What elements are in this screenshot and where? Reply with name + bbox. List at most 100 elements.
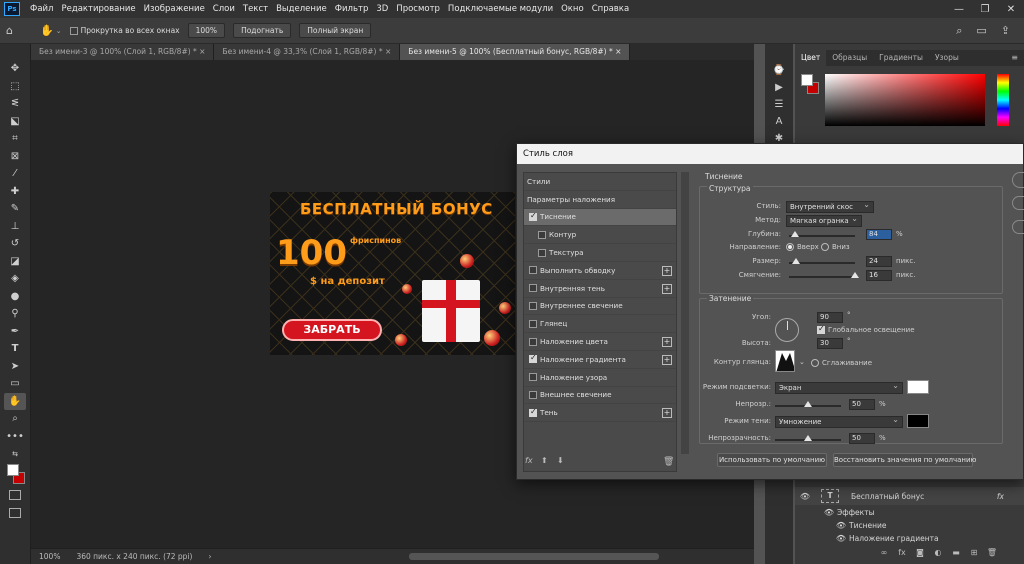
chevron-down-icon[interactable]: ⌄ bbox=[799, 358, 805, 366]
blur-tool-icon[interactable]: ● bbox=[4, 288, 26, 306]
style-list-item[interactable]: Параметры наложения bbox=[524, 191, 676, 209]
delete-effect-icon[interactable]: 🗑 bbox=[663, 457, 674, 467]
share-icon[interactable]: ⇪ bbox=[1001, 24, 1010, 38]
direction-up-radio[interactable] bbox=[786, 243, 794, 251]
layer-effect-row[interactable]: 👁 Тиснение bbox=[795, 519, 1024, 532]
dodge-tool-icon[interactable]: ⚲ bbox=[4, 305, 26, 323]
style-checkbox[interactable] bbox=[529, 337, 537, 346]
layer-name[interactable]: Бесплатный бонус bbox=[851, 492, 924, 501]
mask-icon[interactable]: ◙ bbox=[911, 548, 929, 557]
history-panel-icon[interactable]: ⌚ bbox=[770, 62, 788, 78]
new-style-button-edge[interactable] bbox=[1012, 220, 1024, 234]
style-list-item[interactable]: Тиснение bbox=[524, 208, 676, 227]
adjustment-icon[interactable]: ◐ bbox=[929, 548, 947, 557]
make-default-button[interactable]: Использовать по умолчанию bbox=[717, 453, 827, 467]
menu-layer[interactable]: Слои bbox=[209, 0, 239, 18]
character-panel-icon[interactable]: A bbox=[770, 113, 788, 129]
style-checkbox[interactable] bbox=[538, 248, 546, 257]
scroll-all-windows-checkbox[interactable]: Прокрутка во всех окнах bbox=[69, 26, 180, 35]
layer-effects-row[interactable]: 👁 Эффекты bbox=[795, 506, 1024, 519]
menu-window[interactable]: Окно bbox=[557, 0, 588, 18]
menu-edit[interactable]: Редактирование bbox=[57, 0, 139, 18]
brush-tool-icon[interactable]: ✎ bbox=[4, 200, 26, 218]
style-list-item[interactable]: Выполнить обводку + bbox=[524, 262, 676, 280]
depth-input[interactable]: 84 bbox=[866, 229, 892, 240]
highlight-opacity-input[interactable]: 50 bbox=[849, 399, 875, 410]
pen-tool-icon[interactable]: ✒ bbox=[4, 323, 26, 341]
layer-fx-badge[interactable]: fx bbox=[997, 492, 1024, 501]
foreground-color-swatch[interactable] bbox=[7, 464, 19, 476]
styles-list-scrollbar[interactable] bbox=[681, 172, 689, 454]
style-checkbox[interactable] bbox=[529, 211, 537, 221]
style-checkbox[interactable] bbox=[529, 301, 537, 310]
close-icon[interactable]: ✕ bbox=[998, 4, 1024, 15]
tab-document-4[interactable]: Без имени-4 @ 33,3% (Слой 1, RGB/8#) * × bbox=[214, 44, 401, 60]
anti-aliased-checkbox[interactable] bbox=[811, 359, 819, 367]
shadow-color-swatch[interactable] bbox=[907, 414, 929, 428]
swap-colors-icon[interactable]: ⇆ bbox=[4, 445, 26, 463]
style-list-item[interactable]: Наложение узора bbox=[524, 369, 676, 387]
layer-row-text[interactable]: 👁 T Бесплатный бонус fx bbox=[795, 487, 1024, 505]
menu-view[interactable]: Просмотр bbox=[392, 0, 444, 18]
horizontal-scrollbar[interactable] bbox=[409, 553, 660, 560]
type-tool-icon[interactable]: T bbox=[4, 340, 26, 358]
quick-mask-icon[interactable] bbox=[9, 490, 21, 500]
add-effect-plus-icon[interactable]: + bbox=[662, 408, 672, 419]
search-icon[interactable]: ⌕ bbox=[956, 24, 962, 38]
quick-select-tool-icon[interactable]: ⬕ bbox=[4, 113, 26, 131]
tab-document-5[interactable]: Без имени-5 @ 100% (Бесплатный бонус, RG… bbox=[400, 44, 631, 60]
trash-icon[interactable]: 🗑 bbox=[983, 548, 1001, 557]
maximize-icon[interactable]: ❐ bbox=[972, 4, 998, 15]
tab-color[interactable]: Цвет bbox=[795, 50, 827, 66]
menu-3d[interactable]: 3D bbox=[372, 0, 392, 18]
home-icon[interactable]: ⌂ bbox=[6, 24, 26, 37]
slider-knob[interactable] bbox=[790, 231, 799, 237]
frame-tool-icon[interactable]: ⊠ bbox=[4, 148, 26, 166]
style-checkbox[interactable] bbox=[529, 390, 537, 399]
slider-knob[interactable] bbox=[851, 272, 859, 278]
color-panel-foreground-swatch[interactable] bbox=[801, 74, 813, 86]
eyedropper-tool-icon[interactable]: ⁄ bbox=[4, 165, 26, 183]
slider-knob[interactable] bbox=[791, 258, 800, 264]
style-list-item[interactable]: Текстура bbox=[524, 244, 676, 262]
gloss-contour-preview[interactable] bbox=[775, 350, 795, 372]
soften-slider[interactable] bbox=[789, 272, 859, 278]
path-select-tool-icon[interactable]: ➤ bbox=[4, 358, 26, 376]
panel-menu-icon[interactable]: ≡ bbox=[1011, 50, 1024, 66]
size-slider[interactable] bbox=[789, 258, 855, 264]
style-checkbox[interactable] bbox=[529, 319, 537, 328]
hand-tool-icon[interactable]: ✋ bbox=[40, 24, 54, 37]
rectangle-tool-icon[interactable]: ▭ bbox=[4, 375, 26, 393]
hand-tool-icon[interactable]: ✋ bbox=[4, 392, 26, 410]
highlight-opacity-slider[interactable] bbox=[775, 401, 841, 407]
style-checkbox[interactable] bbox=[529, 353, 537, 364]
move-tool-icon[interactable]: ✥ bbox=[4, 60, 26, 78]
altitude-input[interactable]: 30 bbox=[817, 338, 843, 349]
document-canvas[interactable]: БЕСПЛАТНЫЙ БОНУС 100 фриспинов $ на депо… bbox=[270, 192, 515, 355]
depth-slider[interactable] bbox=[789, 231, 855, 237]
add-effect-plus-icon[interactable]: + bbox=[662, 337, 672, 348]
add-effect-plus-icon[interactable]: + bbox=[662, 354, 672, 365]
visibility-eye-icon[interactable]: 👁 bbox=[799, 492, 811, 501]
menu-type[interactable]: Текст bbox=[239, 0, 272, 18]
workspace-icon[interactable]: ▭ bbox=[976, 24, 986, 38]
zoom-tool-icon[interactable]: ⌕ bbox=[4, 410, 26, 428]
add-effect-plus-icon[interactable]: + bbox=[662, 265, 672, 276]
style-list-item[interactable]: Внутреннее свечение bbox=[524, 298, 676, 316]
status-zoom[interactable]: 100% bbox=[31, 552, 68, 561]
shadow-mode-select[interactable]: Умножение bbox=[775, 415, 903, 428]
global-light-checkbox[interactable] bbox=[817, 324, 825, 334]
highlight-mode-select[interactable]: Экран bbox=[775, 381, 903, 394]
add-effect-plus-icon[interactable]: + bbox=[662, 283, 672, 294]
status-chevron-icon[interactable]: › bbox=[200, 552, 219, 561]
style-list-item[interactable]: Наложение градиента + bbox=[524, 351, 676, 369]
new-layer-icon[interactable]: ⊞ bbox=[965, 548, 983, 557]
eraser-tool-icon[interactable]: ◪ bbox=[4, 253, 26, 271]
minimize-icon[interactable]: — bbox=[946, 4, 972, 15]
fx-icon[interactable]: fx bbox=[893, 548, 911, 557]
style-checkbox[interactable] bbox=[529, 284, 537, 293]
style-list-item[interactable]: Наложение цвета + bbox=[524, 333, 676, 351]
tab-document-3[interactable]: Без имени-3 @ 100% (Слой 1, RGB/8#) * × bbox=[31, 44, 215, 60]
more-tools-icon[interactable]: ••• bbox=[4, 428, 26, 446]
reset-to-default-button[interactable]: Восстановить значения по умолчанию bbox=[833, 453, 976, 467]
